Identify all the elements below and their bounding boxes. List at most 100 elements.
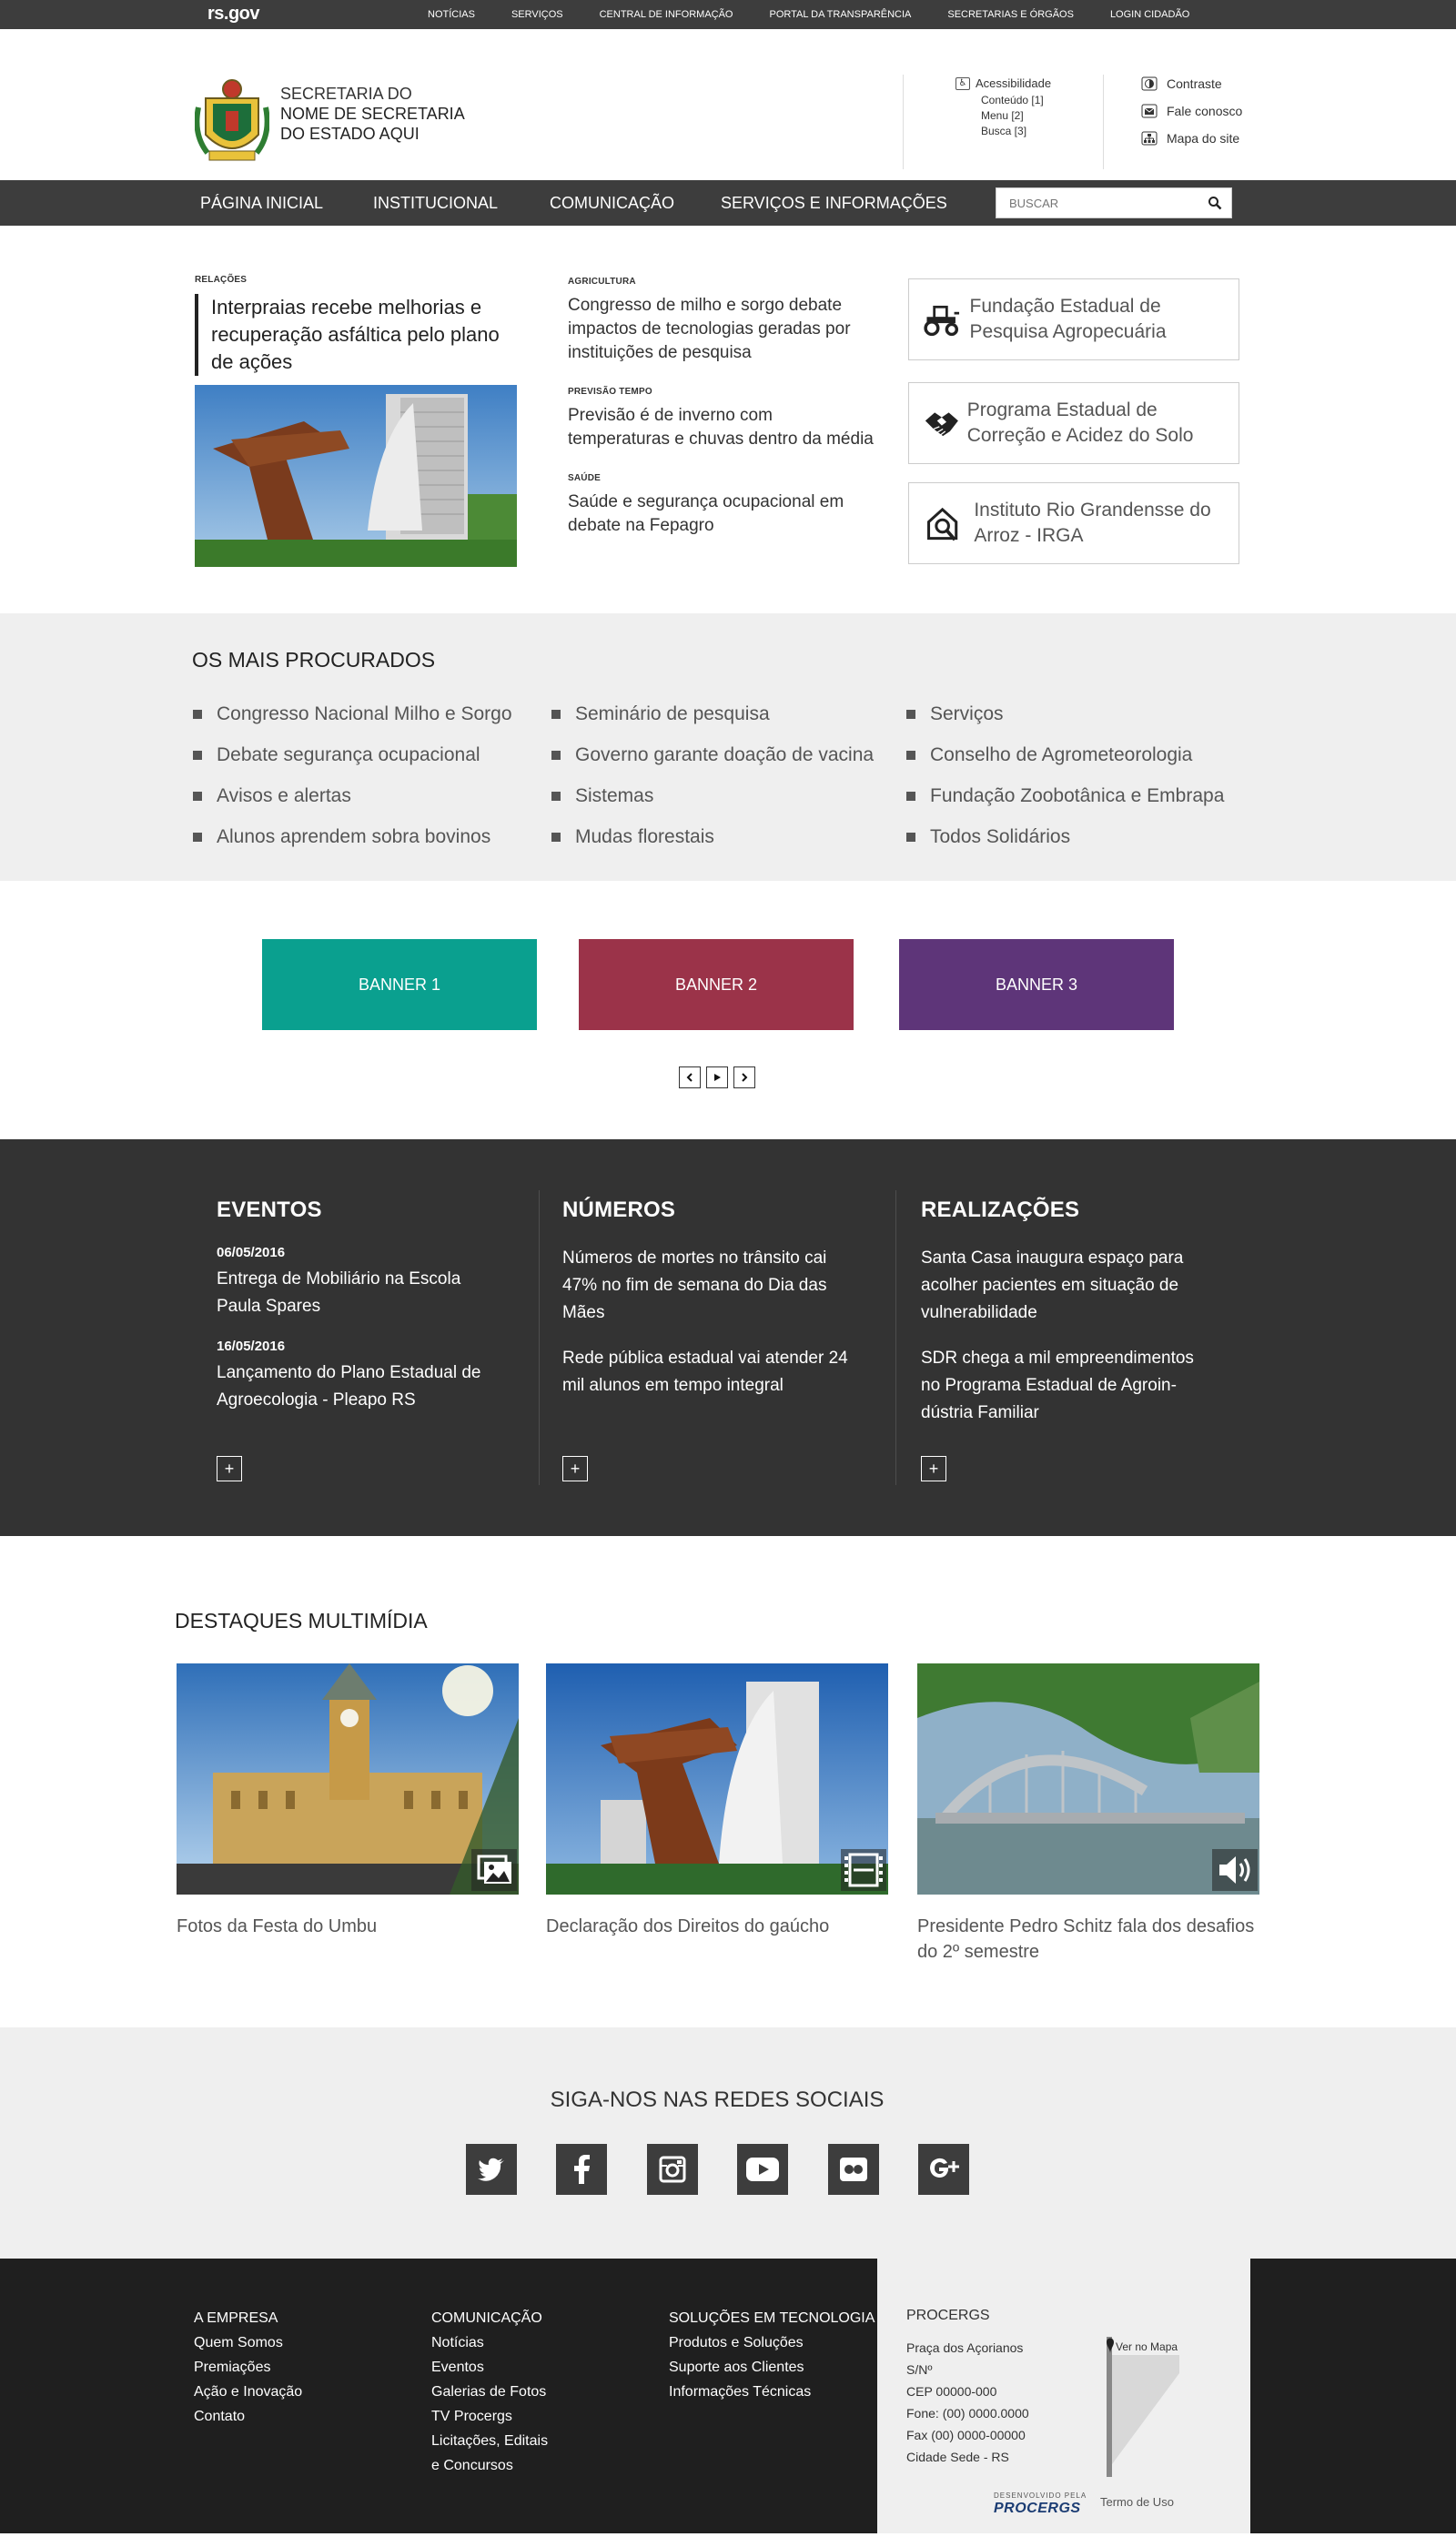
procergs-logo[interactable]: PROCERGS: [994, 2501, 1081, 2517]
multimedia-photo[interactable]: [546, 1663, 888, 1895]
event-text[interactable]: Lançamento do Plano Estadual de Agroecol…: [217, 1359, 490, 1414]
news-title[interactable]: Saúde e segurança ocupacional em debate …: [568, 490, 877, 538]
multimedia-caption[interactable]: Presidente Pedro Schitz fala dos desafio…: [917, 1914, 1259, 1965]
contact-link[interactable]: Fale conosco: [1141, 104, 1242, 118]
state-crest-icon[interactable]: [195, 71, 269, 166]
search-icon[interactable]: [1208, 196, 1222, 210]
footer-heading[interactable]: A EMPRESA: [194, 2306, 302, 2330]
multimedia-caption[interactable]: Fotos da Festa do Umbu: [177, 1914, 519, 1939]
address-line: Fone: (00) 0000.0000: [906, 2406, 1029, 2421]
institution-card-correcao-solo[interactable]: Programa Estadual de Correção e Acidez d…: [908, 382, 1239, 464]
accessibility-shortcut-search[interactable]: Busca [3]: [956, 124, 1051, 139]
footer-link[interactable]: Informações Técnicas: [669, 2380, 875, 2404]
footer-link[interactable]: Licitações, Editais: [431, 2429, 548, 2453]
top-link-noticias[interactable]: NOTÍCIAS: [428, 0, 475, 29]
footer-heading[interactable]: COMUNICAÇÃO: [431, 2306, 548, 2330]
nav-item-institucional[interactable]: INSTITUCIONAL: [373, 180, 498, 226]
institution-card-irga[interactable]: Instituto Rio Grandensse do Arroz - IRGA: [908, 482, 1239, 564]
multimedia-item[interactable]: Fotos da Festa do Umbu: [177, 1663, 519, 1939]
sitemap-link[interactable]: Mapa do site: [1141, 131, 1242, 146]
lead-news[interactable]: RELAÇÕES Interpraias recebe melhorias e …: [195, 275, 517, 571]
lead-news-headline[interactable]: Interpraias recebe melhorias e recuperaç…: [195, 294, 517, 376]
map-link[interactable]: Ver no Mapa: [1116, 2340, 1178, 2353]
list-item[interactable]: Alunos aprendem sobra bovinos: [191, 816, 512, 857]
search-input[interactable]: [996, 188, 1191, 217]
multimedia-item[interactable]: Declaração dos Direitos do gaúcho: [546, 1663, 888, 1939]
event-item[interactable]: 16/05/2016 Lançamento do Plano Estadual …: [217, 1339, 490, 1414]
list-item[interactable]: Congresso Nacional Milho e Sorgo: [191, 693, 512, 734]
list-item[interactable]: Debate segurança ocupacional: [191, 734, 512, 775]
top-link-central-informacao[interactable]: CENTRAL DE INFORMAÇÃO: [600, 0, 733, 29]
rsgov-logo[interactable]: rs.gov: [207, 4, 260, 25]
social-section: SIGA-NOS NAS REDES SOCIAIS: [0, 2027, 1456, 2259]
list-item[interactable]: Sistemas: [550, 775, 874, 816]
achievements-more-button[interactable]: +: [921, 1456, 946, 1481]
top-link-secretarias[interactable]: SECRETARIAS E ÓRGÃOS: [947, 0, 1074, 29]
news-item[interactable]: SAÚDE Saúde e segurança ocupacional em d…: [568, 473, 877, 538]
news-item[interactable]: PREVISÃO TEMPO Previsão é de inverno com…: [568, 387, 877, 451]
footer-link[interactable]: Galerias de Fotos: [431, 2380, 548, 2404]
contrast-link[interactable]: Contraste: [1141, 76, 1242, 91]
list-item[interactable]: Serviços: [905, 693, 1224, 734]
event-item[interactable]: 06/05/2016 Entrega de Mobiliário na Esco…: [217, 1245, 490, 1320]
footer-heading[interactable]: SOLUÇÕES EM TECNOLOGIA: [669, 2306, 875, 2330]
institution-card-fepagro[interactable]: Fundação Estadual de Pesquisa Agropecuár…: [908, 278, 1239, 360]
accessibility-link[interactable]: ♿ Acessibilidade: [956, 76, 1051, 91]
footer-link[interactable]: Quem Somos: [194, 2330, 302, 2355]
numbers-item[interactable]: Números de mortes no trânsito cai 47% no…: [562, 1245, 863, 1327]
multimedia-photo[interactable]: [177, 1663, 519, 1895]
accessibility-shortcut-menu[interactable]: Menu [2]: [956, 108, 1051, 124]
header-divider: [903, 75, 904, 169]
numbers-item[interactable]: Rede pública estadual vai atender 24 mil…: [562, 1345, 863, 1400]
achievements-item[interactable]: SDR chega a mil empreendimentos no Progr…: [921, 1345, 1216, 1427]
footer-link[interactable]: TV Procergs: [431, 2404, 548, 2429]
event-text[interactable]: Entrega de Mobiliário na Escola Paula Sp…: [217, 1266, 490, 1320]
numbers-more-button[interactable]: +: [562, 1456, 588, 1481]
footer-link[interactable]: Premiações: [194, 2355, 302, 2380]
instagram-button[interactable]: [647, 2144, 698, 2195]
multimedia-caption[interactable]: Declaração dos Direitos do gaúcho: [546, 1914, 888, 1939]
multimedia-photo[interactable]: [917, 1663, 1259, 1895]
top-link-servicos[interactable]: SERVIÇOS: [511, 0, 563, 29]
carousel-play-button[interactable]: [706, 1066, 728, 1088]
list-item[interactable]: Avisos e alertas: [191, 775, 512, 816]
banner-2[interactable]: BANNER 2: [579, 939, 854, 1030]
nav-item-comunicacao[interactable]: COMUNICAÇÃO: [550, 180, 674, 226]
twitter-button[interactable]: [466, 2144, 517, 2195]
nav-item-servicos-informacoes[interactable]: SERVIÇOS E INFORMAÇÕES: [721, 180, 947, 226]
footer-link[interactable]: Ação e Inovação: [194, 2380, 302, 2404]
google-plus-button[interactable]: [918, 2144, 969, 2195]
banner-3[interactable]: BANNER 3: [899, 939, 1174, 1030]
carousel-prev-button[interactable]: [679, 1066, 701, 1088]
nav-item-home[interactable]: PÁGINA INICIAL: [200, 180, 323, 226]
top-link-login-cidadao[interactable]: LOGIN CIDADÃO: [1110, 0, 1189, 29]
banner-1[interactable]: BANNER 1: [262, 939, 537, 1030]
news-title[interactable]: Previsão é de inverno com temperaturas e…: [568, 404, 877, 451]
youtube-button[interactable]: [737, 2144, 788, 2195]
facebook-button[interactable]: [556, 2144, 607, 2195]
footer-link[interactable]: Produtos e Soluções: [669, 2330, 875, 2355]
footer-link[interactable]: Suporte aos Clientes: [669, 2355, 875, 2380]
list-item[interactable]: Todos Solidários: [905, 816, 1224, 857]
list-item[interactable]: Fundação Zoobotânica e Embrapa: [905, 775, 1224, 816]
footer-link[interactable]: Notícias: [431, 2330, 548, 2355]
news-title[interactable]: Congresso de milho e sorgo debate impact…: [568, 294, 877, 365]
footer-link[interactable]: Eventos: [431, 2355, 548, 2380]
map-thumbnail[interactable]: [1103, 2337, 1179, 2477]
terms-link[interactable]: Termo de Uso: [1100, 2495, 1174, 2509]
events-more-button[interactable]: +: [217, 1456, 242, 1481]
accessibility-shortcut-content[interactable]: Conteúdo [1]: [956, 93, 1051, 108]
list-item[interactable]: Seminário de pesquisa: [550, 693, 874, 734]
footer-link[interactable]: Contato: [194, 2404, 302, 2429]
list-item[interactable]: Mudas florestais: [550, 816, 874, 857]
achievements-item[interactable]: Santa Casa inaugura espaço para acolher …: [921, 1245, 1216, 1327]
lead-news-image[interactable]: [195, 385, 517, 567]
multimedia-item[interactable]: Presidente Pedro Schitz fala dos desafio…: [917, 1663, 1259, 1965]
list-item[interactable]: Conselho de Agrometeorologia: [905, 734, 1224, 775]
news-item[interactable]: AGRICULTURA Congresso de milho e sorgo d…: [568, 277, 877, 365]
top-link-portal-transparencia[interactable]: PORTAL DA TRANSPARÊNCIA: [770, 0, 912, 29]
carousel-next-button[interactable]: [733, 1066, 755, 1088]
flickr-button[interactable]: [828, 2144, 879, 2195]
footer-link[interactable]: e Concursos: [431, 2453, 548, 2478]
list-item[interactable]: Governo garante doação de vacina: [550, 734, 874, 775]
